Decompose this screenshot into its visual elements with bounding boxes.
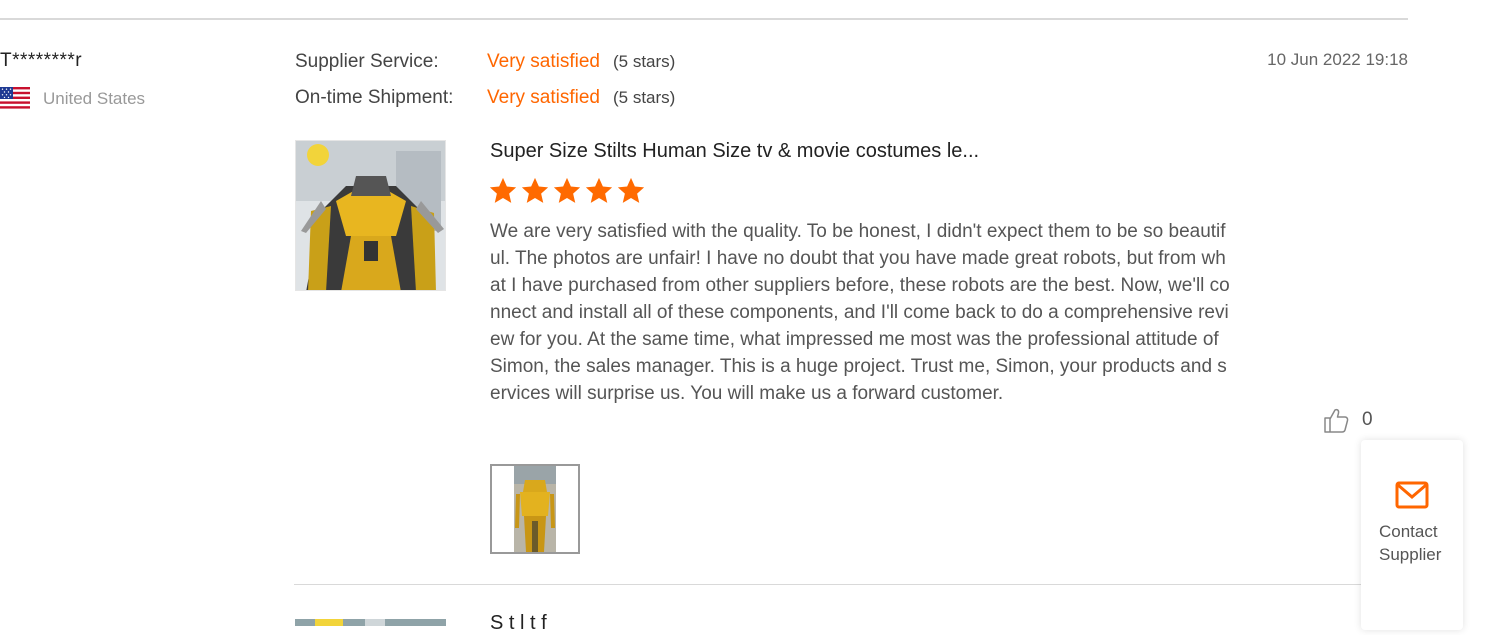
us-flag-icon bbox=[0, 87, 30, 111]
rating-value: Very satisfied bbox=[487, 87, 600, 108]
product-image bbox=[296, 141, 445, 290]
next-product-image bbox=[295, 619, 446, 626]
like-button[interactable]: 0 bbox=[1322, 406, 1373, 434]
top-divider bbox=[0, 18, 1408, 20]
next-product-thumbnail[interactable] bbox=[295, 616, 446, 626]
review-text: We are very satisfied with the quality. … bbox=[490, 221, 1230, 404]
contact-supplier-button[interactable]: Contact Supplier bbox=[1361, 440, 1463, 630]
rating-label: Supplier Service: bbox=[295, 51, 439, 72]
rating-stars-text: (5 stars) bbox=[613, 52, 676, 71]
rating-row-supplier-service: Supplier Service: Very satisfied (5 star… bbox=[295, 51, 675, 73]
review-date: 10 Jun 2022 19:18 bbox=[1267, 50, 1408, 69]
review-photo-thumbnail[interactable] bbox=[490, 464, 580, 554]
product-thumbnail[interactable] bbox=[295, 140, 446, 291]
star-icon bbox=[521, 177, 549, 203]
star-icon bbox=[585, 177, 613, 203]
product-title[interactable]: Super Size Stilts Human Size tv & movie … bbox=[490, 140, 979, 163]
thumbs-up-icon bbox=[1324, 408, 1349, 433]
rating-value: Very satisfied bbox=[487, 51, 600, 72]
rating-stars-text: (5 stars) bbox=[613, 88, 676, 107]
contact-supplier-label: Contact Supplier bbox=[1379, 522, 1442, 564]
reviewer-country: United States bbox=[0, 87, 145, 111]
rating-row-on-time-shipment: On-time Shipment: Very satisfied (5 star… bbox=[295, 87, 675, 109]
reviewer-name: T********r bbox=[0, 50, 83, 71]
review-divider bbox=[294, 584, 1408, 585]
star-icon bbox=[617, 177, 645, 203]
star-icon bbox=[489, 177, 517, 203]
star-icon bbox=[553, 177, 581, 203]
review-photo bbox=[492, 466, 578, 552]
star-rating bbox=[488, 176, 646, 206]
rating-label: On-time Shipment: bbox=[295, 87, 454, 108]
like-count: 0 bbox=[1362, 409, 1373, 430]
country-name: United States bbox=[43, 89, 146, 108]
next-product-title[interactable]: S t l t f bbox=[490, 612, 547, 635]
mail-icon bbox=[1395, 481, 1429, 509]
